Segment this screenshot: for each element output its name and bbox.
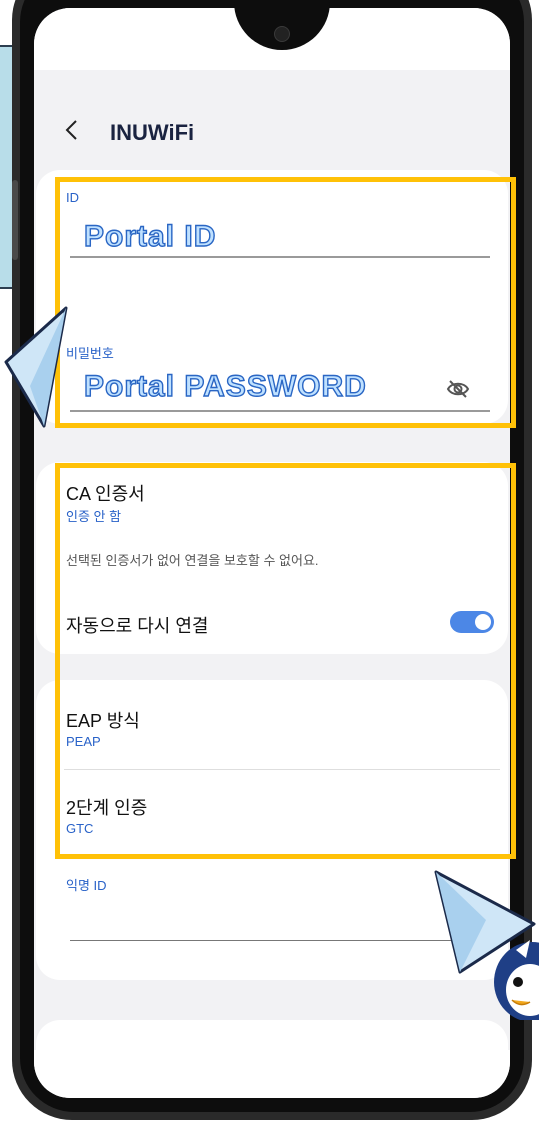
- phone-side-button: [12, 180, 18, 260]
- back-button[interactable]: [64, 118, 80, 148]
- settings-highlight-box: [55, 463, 516, 859]
- credentials-highlight-box: [55, 177, 516, 428]
- page-title: INUWiFi: [110, 120, 195, 145]
- anonymous-id-label: 익명 ID: [66, 878, 107, 893]
- chevron-left-icon: [64, 120, 80, 148]
- anonymous-id-input[interactable]: [70, 900, 490, 936]
- front-camera-icon: [274, 26, 290, 42]
- mascot-icon: [494, 940, 539, 1020]
- screen-bottom: [34, 1050, 510, 1098]
- anonymous-id-underline: [70, 940, 490, 941]
- pointer-arrow-left-icon: [4, 306, 68, 428]
